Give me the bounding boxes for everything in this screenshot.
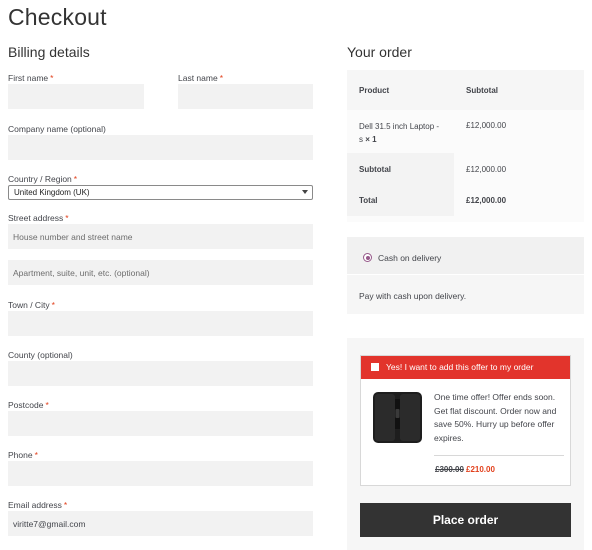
- total-value: £12,000.00: [466, 196, 507, 205]
- email-label: Email address *: [8, 500, 67, 510]
- order-bump-section: Yes! I want to add this offer to my orde…: [347, 338, 584, 550]
- offer-box: Yes! I want to add this offer to my orde…: [360, 355, 571, 486]
- company-input[interactable]: [8, 135, 313, 160]
- street-address-line1-input[interactable]: House number and street name: [8, 224, 313, 249]
- payment-section: Cash on delivery Pay with cash upon deli…: [347, 237, 584, 314]
- subtotal-value: £12,000.00: [466, 165, 507, 174]
- email-label-text: Email address: [8, 500, 62, 510]
- your-order-heading: Your order: [347, 44, 412, 60]
- required-marker: *: [34, 450, 38, 460]
- company-label: Company name (optional): [8, 124, 106, 134]
- email-input[interactable]: viritte7@gmail.com: [8, 511, 313, 536]
- street-address-label: Street address *: [8, 213, 69, 223]
- order-item-name-line1: Dell 31.5 inch Laptop -: [359, 122, 440, 131]
- required-marker: *: [73, 174, 78, 184]
- order-item-price: £12,000.00: [466, 121, 507, 130]
- last-name-label-text: Last name: [178, 73, 218, 83]
- column-header-subtotal: Subtotal: [466, 86, 498, 95]
- county-input[interactable]: [8, 361, 313, 386]
- country-label-text: Country / Region: [8, 174, 72, 184]
- payment-radio[interactable]: [363, 253, 372, 262]
- payment-method-description: Pay with cash upon delivery.: [359, 291, 467, 301]
- country-select-value: United Kingdom (UK): [14, 188, 90, 197]
- product-image: [371, 389, 424, 446]
- required-marker: *: [63, 500, 68, 510]
- total-label: Total: [359, 196, 378, 205]
- required-marker: *: [45, 400, 49, 410]
- town-label-text: Town / City: [8, 300, 50, 310]
- last-name-input[interactable]: [178, 84, 313, 109]
- billing-details-heading: Billing details: [8, 44, 90, 60]
- order-review-table: Product Subtotal Dell 31.5 inch Laptop -…: [347, 70, 584, 222]
- street-address-label-text: Street address: [8, 213, 64, 223]
- table-footer-label-bg: [347, 153, 454, 216]
- country-select[interactable]: United Kingdom (UK): [8, 185, 313, 200]
- offer-header-text: Yes! I want to add this offer to my orde…: [386, 362, 534, 372]
- street-address-line2-input[interactable]: Apartment, suite, unit, etc. (optional): [8, 260, 313, 285]
- subtotal-label: Subtotal: [359, 165, 391, 174]
- payment-method-label: Cash on delivery: [378, 253, 442, 263]
- phone-label: Phone *: [8, 450, 38, 460]
- phone-input[interactable]: [8, 461, 313, 486]
- county-label: County (optional): [8, 350, 73, 360]
- postcode-input[interactable]: [8, 411, 313, 436]
- required-marker: *: [65, 213, 69, 223]
- required-marker: *: [50, 73, 54, 83]
- payment-method-cod[interactable]: Cash on delivery: [347, 237, 584, 275]
- offer-original-price: £300.00: [435, 465, 464, 474]
- offer-checkbox[interactable]: [371, 363, 379, 371]
- offer-divider: [434, 455, 564, 456]
- last-name-label: Last name *: [178, 73, 223, 83]
- postcode-label: Postcode *: [8, 400, 49, 410]
- order-item-quantity: × 1: [365, 135, 377, 144]
- offer-description: One time offer! Offer ends soon. Get fla…: [434, 392, 557, 443]
- order-item-name: Dell 31.5 inch Laptop - s × 1: [359, 120, 454, 146]
- place-order-button[interactable]: Place order: [360, 503, 571, 537]
- offer-sale-price: £210.00: [466, 465, 495, 474]
- column-header-product: Product: [359, 86, 390, 95]
- town-label: Town / City *: [8, 300, 55, 310]
- required-marker: *: [219, 73, 224, 83]
- offer-header[interactable]: Yes! I want to add this offer to my orde…: [361, 356, 570, 379]
- town-input[interactable]: [8, 311, 313, 336]
- page-title: Checkout: [8, 4, 107, 30]
- order-item-name-line2: s: [359, 135, 363, 144]
- first-name-input[interactable]: [8, 84, 144, 109]
- country-label: Country / Region *: [8, 174, 77, 184]
- postcode-label-text: Postcode: [8, 400, 44, 410]
- chevron-down-icon: [302, 190, 308, 194]
- first-name-label-text: First name: [8, 73, 49, 83]
- phone-label-text: Phone: [8, 450, 33, 460]
- first-name-label: First name *: [8, 73, 53, 83]
- required-marker: *: [51, 300, 55, 310]
